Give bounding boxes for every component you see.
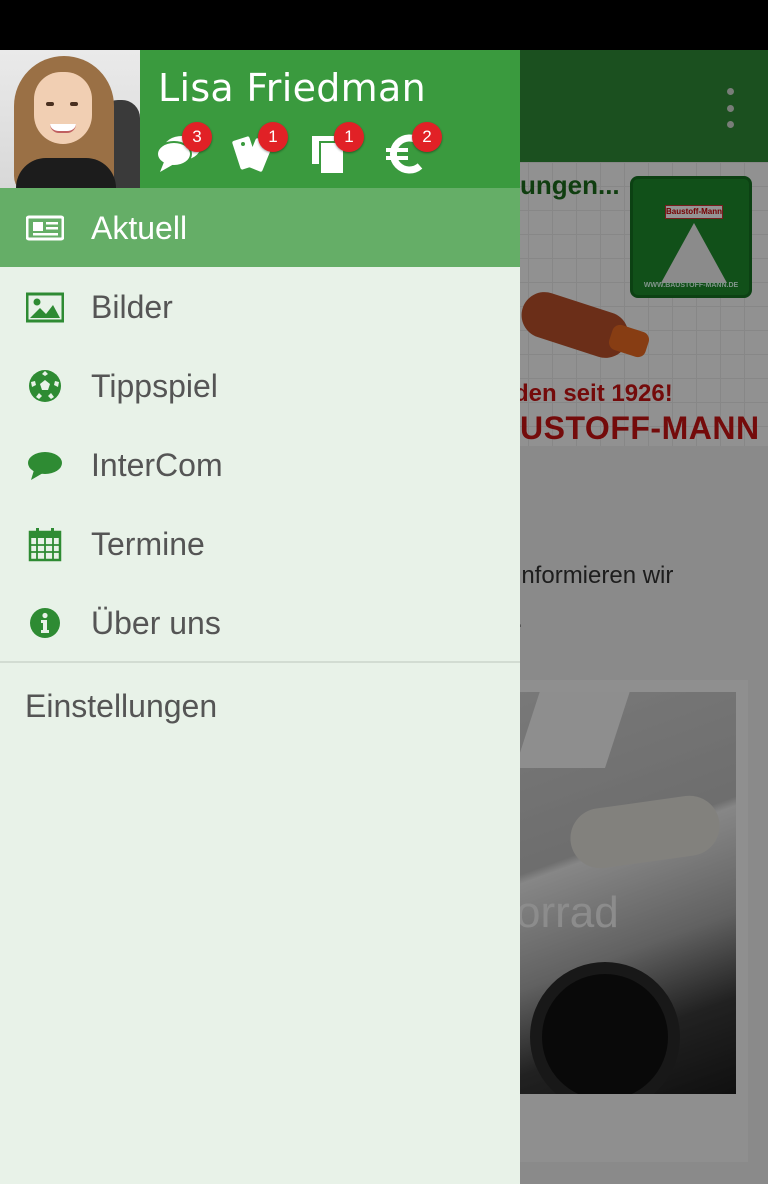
nav-label: Tippspiel bbox=[91, 368, 218, 404]
nav-item-termine[interactable]: Termine bbox=[0, 504, 520, 583]
notification-badge: 1 bbox=[334, 122, 364, 152]
nav-item-ueber-uns[interactable]: Über uns bbox=[0, 583, 520, 662]
nav-label: Aktuell bbox=[91, 210, 188, 246]
divider bbox=[0, 661, 520, 663]
avatar[interactable] bbox=[0, 50, 140, 188]
tickets-shortcut[interactable]: 1 bbox=[232, 122, 288, 176]
messages-shortcut[interactable]: 3 bbox=[156, 122, 212, 176]
soccer-ball-icon bbox=[29, 370, 61, 402]
nav-label: Termine bbox=[91, 526, 205, 562]
notification-badge: 1 bbox=[258, 122, 288, 152]
nav-item-intercom[interactable]: InterCom bbox=[0, 425, 520, 504]
drawer-header: Lisa Friedman 3 1 1 2 bbox=[0, 50, 520, 188]
navigation-drawer: Lisa Friedman 3 1 1 2 Aktuell Bilder Tip… bbox=[0, 50, 520, 1184]
nav-label: Bilder bbox=[91, 289, 173, 325]
nav-item-tippspiel[interactable]: Tippspiel bbox=[0, 346, 520, 425]
settings-label: Einstellungen bbox=[25, 688, 218, 724]
payments-shortcut[interactable]: 2 bbox=[386, 122, 442, 176]
calendar-icon bbox=[28, 528, 62, 562]
documents-shortcut[interactable]: 1 bbox=[308, 122, 364, 176]
image-icon bbox=[26, 292, 64, 323]
nav-item-aktuell[interactable]: Aktuell bbox=[0, 188, 520, 267]
user-name: Lisa Friedman bbox=[158, 66, 426, 110]
notification-badge: 2 bbox=[412, 122, 442, 152]
speech-bubble-icon bbox=[28, 452, 62, 480]
header-shortcuts: 3 1 1 2 bbox=[156, 122, 516, 176]
nav-item-einstellungen[interactable]: Einstellungen bbox=[0, 664, 520, 744]
newspaper-icon bbox=[26, 215, 64, 241]
nav-label: InterCom bbox=[91, 447, 223, 483]
nav-item-bilder[interactable]: Bilder bbox=[0, 267, 520, 346]
notification-badge: 3 bbox=[182, 122, 212, 152]
status-bar bbox=[0, 0, 768, 50]
info-icon bbox=[30, 608, 60, 638]
nav-label: Über uns bbox=[91, 605, 221, 641]
